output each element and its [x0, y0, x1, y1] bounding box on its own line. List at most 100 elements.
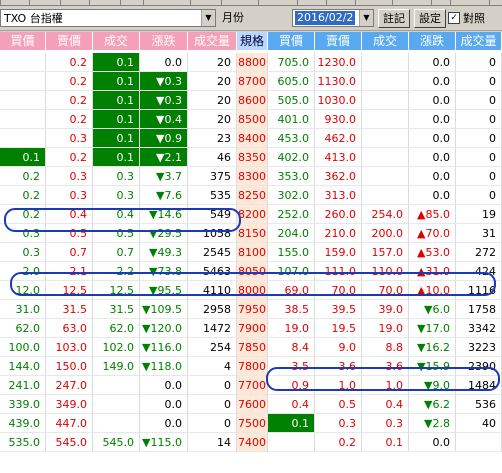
put-change-cell[interactable]: ▲10.0	[409, 281, 456, 300]
column-header-call-volume[interactable]: 成交量	[188, 32, 237, 51]
put-bid-cell[interactable]: 204.0	[268, 224, 315, 243]
align-checkbox[interactable]: ✓	[448, 12, 460, 24]
put-last-cell[interactable]	[362, 53, 409, 72]
put-bid-cell[interactable]: 505.0	[268, 91, 315, 110]
table-row[interactable]: 31.0 31.5 31.5 ▼109.5 2958 7950 38.5 39.5 39.0 ▼6…	[0, 300, 502, 319]
note-button[interactable]: 註記	[378, 9, 410, 28]
call-last-cell[interactable]: 12.5	[93, 281, 140, 300]
call-volume-cell[interactable]: 535	[188, 186, 237, 205]
table-row[interactable]: 0.3 0.1 ▼0.9 23 8400 453.0 462.0 0.0 0	[0, 129, 502, 148]
column-header-put-ask[interactable]: 賣價	[315, 32, 362, 51]
call-change-cell[interactable]: ▼0.3	[140, 72, 188, 91]
call-volume-cell[interactable]: 20	[188, 53, 237, 72]
put-change-cell[interactable]: ▼2.8	[409, 414, 456, 433]
put-change-cell[interactable]: 0.0	[409, 433, 456, 452]
put-ask-cell[interactable]: 260.0	[315, 205, 362, 224]
strike-cell[interactable]: 8400	[237, 129, 268, 148]
put-change-cell[interactable]: 0.0	[409, 148, 456, 167]
call-change-cell[interactable]: ▼120.0	[140, 319, 188, 338]
call-change-cell[interactable]: 0.0	[140, 376, 188, 395]
call-volume-cell[interactable]: 5463	[188, 262, 237, 281]
call-volume-cell[interactable]: 0	[188, 376, 237, 395]
call-last-cell[interactable]: 0.1	[93, 110, 140, 129]
call-change-cell[interactable]: ▼118.0	[140, 357, 188, 376]
call-volume-cell[interactable]: 20	[188, 72, 237, 91]
column-header-put-bid[interactable]: 買價	[268, 32, 315, 51]
call-last-cell[interactable]	[93, 395, 140, 414]
call-change-cell[interactable]: ▼29.5	[140, 224, 188, 243]
put-bid-cell[interactable]: 8.4	[268, 338, 315, 357]
put-last-cell[interactable]	[362, 72, 409, 91]
column-header-call-bid[interactable]: 買價	[0, 32, 46, 51]
table-row[interactable]: 535.0 545.0 545.0 ▼115.0 14 7400 0.2 0.1 0.0	[0, 433, 502, 452]
put-change-cell[interactable]: 0.0	[409, 53, 456, 72]
call-last-cell[interactable]: 0.7	[93, 243, 140, 262]
put-volume-cell[interactable]: 31	[456, 224, 502, 243]
table-row[interactable]: 100.0 103.0 102.0 ▼116.0 254 7850 8.4 9.0 8.8 ▼16…	[0, 338, 502, 357]
call-change-cell[interactable]: ▼95.5	[140, 281, 188, 300]
put-ask-cell[interactable]: 210.0	[315, 224, 362, 243]
put-ask-cell[interactable]: 0.2	[315, 433, 362, 452]
date-select[interactable]: 2016/02/2 ▼	[292, 9, 374, 27]
call-ask-cell[interactable]: 0.2	[46, 72, 93, 91]
table-row[interactable]: 0.2 0.3 0.3 ▼7.6 535 8250 302.0 313.0 0.0 0	[0, 186, 502, 205]
put-volume-cell[interactable]: 40	[456, 414, 502, 433]
put-volume-cell[interactable]: 0	[456, 91, 502, 110]
call-volume-cell[interactable]: 0	[188, 414, 237, 433]
put-bid-cell[interactable]: 69.0	[268, 281, 315, 300]
put-bid-cell[interactable]: 38.5	[268, 300, 315, 319]
call-volume-cell[interactable]: 0	[188, 395, 237, 414]
put-ask-cell[interactable]: 1.0	[315, 376, 362, 395]
call-volume-cell[interactable]: 23	[188, 129, 237, 148]
call-change-cell[interactable]: ▼14.6	[140, 205, 188, 224]
strike-cell[interactable]: 7800	[237, 357, 268, 376]
call-bid-cell[interactable]: 144.0	[0, 357, 46, 376]
call-last-cell[interactable]: 0.1	[93, 72, 140, 91]
call-change-cell[interactable]: ▼115.0	[140, 433, 188, 452]
strike-cell[interactable]: 8350	[237, 148, 268, 167]
put-ask-cell[interactable]: 0.5	[315, 395, 362, 414]
put-change-cell[interactable]: ▲53.0	[409, 243, 456, 262]
column-header-put-change[interactable]: 漲跌	[409, 32, 456, 51]
call-bid-cell[interactable]: 62.0	[0, 319, 46, 338]
call-change-cell[interactable]: ▼7.6	[140, 186, 188, 205]
put-ask-cell[interactable]: 111.0	[315, 262, 362, 281]
put-volume-cell[interactable]: 2390	[456, 357, 502, 376]
put-change-cell[interactable]: 0.0	[409, 91, 456, 110]
put-last-cell[interactable]	[362, 129, 409, 148]
put-bid-cell[interactable]: 0.4	[268, 395, 315, 414]
put-ask-cell[interactable]: 313.0	[315, 186, 362, 205]
call-last-cell[interactable]: 0.1	[93, 129, 140, 148]
put-change-cell[interactable]: ▲31.0	[409, 262, 456, 281]
call-change-cell[interactable]: ▼2.1	[140, 148, 188, 167]
call-bid-cell[interactable]: 535.0	[0, 433, 46, 452]
call-last-cell[interactable]: 0.4	[93, 205, 140, 224]
call-change-cell[interactable]: ▼0.3	[140, 91, 188, 110]
put-bid-cell[interactable]: 19.0	[268, 319, 315, 338]
put-bid-cell[interactable]: 401.0	[268, 110, 315, 129]
chevron-down-icon[interactable]: ▼	[359, 10, 373, 26]
call-bid-cell[interactable]	[0, 110, 46, 129]
put-ask-cell[interactable]: 3.6	[315, 357, 362, 376]
call-volume-cell[interactable]: 1058	[188, 224, 237, 243]
call-volume-cell[interactable]: 375	[188, 167, 237, 186]
table-row[interactable]: 0.1 0.2 0.1 ▼2.1 46 8350 402.0 413.0 0.0 0	[0, 148, 502, 167]
strike-cell[interactable]: 7400	[237, 433, 268, 452]
put-ask-cell[interactable]: 0.3	[315, 414, 362, 433]
put-change-cell[interactable]: ▼6.2	[409, 395, 456, 414]
call-ask-cell[interactable]: 0.3	[46, 186, 93, 205]
put-ask-cell[interactable]: 462.0	[315, 129, 362, 148]
put-last-cell[interactable]	[362, 148, 409, 167]
call-change-cell[interactable]: ▼0.4	[140, 110, 188, 129]
call-change-cell[interactable]: ▼109.5	[140, 300, 188, 319]
column-header-put-last[interactable]: 成交	[362, 32, 409, 51]
put-change-cell[interactable]: ▲85.0	[409, 205, 456, 224]
call-volume-cell[interactable]: 4110	[188, 281, 237, 300]
put-last-cell[interactable]: 157.0	[362, 243, 409, 262]
put-last-cell[interactable]: 0.4	[362, 395, 409, 414]
put-change-cell[interactable]: 0.0	[409, 110, 456, 129]
call-bid-cell[interactable]: 0.3	[0, 243, 46, 262]
call-ask-cell[interactable]: 0.2	[46, 53, 93, 72]
put-last-cell[interactable]	[362, 91, 409, 110]
call-change-cell[interactable]: ▼3.7	[140, 167, 188, 186]
